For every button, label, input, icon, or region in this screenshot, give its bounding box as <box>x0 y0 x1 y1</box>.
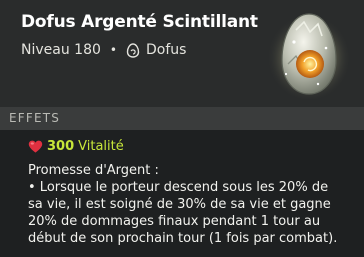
description-line: sa vie, il est soigné de 30% de sa vie e… <box>28 197 331 212</box>
vitality-effect: 300 Vitalité <box>28 139 124 154</box>
heart-icon <box>28 140 43 153</box>
effect-description: Promesse d'Argent : • Lorsque le porteur… <box>28 162 360 247</box>
effects-section-header: EFFETS <box>0 107 364 130</box>
description-line: 20% de dommages finaux pendant 1 tour au <box>28 214 321 229</box>
item-level: Niveau 180 <box>21 42 101 58</box>
vitality-value: 300 <box>47 139 75 154</box>
effects-panel: 300 Vitalité Promesse d'Argent : • Lorsq… <box>0 130 364 257</box>
description-line: • Lorsque le porteur descend sous les 20… <box>28 180 329 195</box>
description-line: début de son prochain tour (1 fois par c… <box>28 231 338 246</box>
description-line: Promesse d'Argent : <box>28 163 159 178</box>
item-name: Dofus Argenté Scintillant <box>21 12 258 32</box>
dofus-egg-image <box>267 12 351 100</box>
item-type: Dofus <box>145 42 187 58</box>
item-subline: Niveau 180 • Dofus <box>21 42 186 58</box>
dofus-egg-icon <box>126 42 140 58</box>
separator-dot: • <box>109 43 117 57</box>
vitality-label: Vitalité <box>78 139 124 154</box>
section-title: EFFETS <box>9 111 61 125</box>
item-header: Dofus Argenté Scintillant Niveau 180 • D… <box>0 0 364 107</box>
